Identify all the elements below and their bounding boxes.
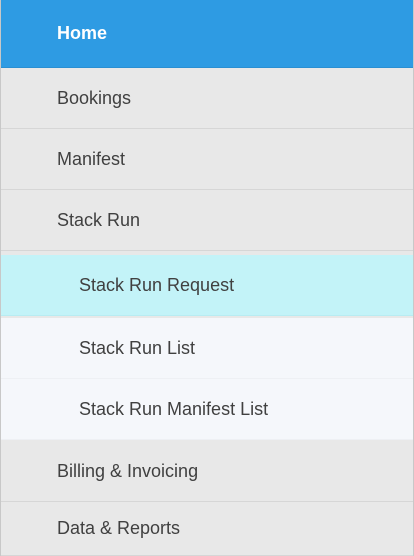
nav-item-billing-invoicing[interactable]: Billing & Invoicing [1, 441, 413, 502]
nav-item-manifest[interactable]: Manifest [1, 129, 413, 190]
nav-item-label: Home [57, 23, 108, 43]
subnav-item-stack-run-list[interactable]: Stack Run List [1, 318, 413, 379]
nav-item-data-reports[interactable]: Data & Reports [1, 502, 413, 556]
nav-item-bookings[interactable]: Bookings [1, 68, 413, 129]
nav-item-label: Manifest [57, 148, 126, 169]
nav-item-label: Bookings [57, 87, 132, 108]
subnav-item-stack-run-manifest-list[interactable]: Stack Run Manifest List [1, 379, 413, 440]
subnav-item-label: Stack Run List [79, 337, 196, 358]
nav-item-label: Stack Run [57, 209, 141, 230]
nav-item-label: Billing & Invoicing [57, 460, 199, 481]
nav-item-stack-run[interactable]: Stack Run [1, 190, 413, 251]
subnav-item-stack-run-request[interactable]: Stack Run Request [1, 255, 413, 316]
nav-item-home[interactable]: Home [1, 0, 413, 68]
subnav-item-label: Stack Run Manifest List [79, 398, 269, 419]
subnav-item-label: Stack Run Request [79, 274, 235, 295]
nav-item-label: Data & Reports [57, 518, 181, 538]
side-navigation: Home Bookings Manifest Stack Run Stack R… [0, 0, 414, 556]
